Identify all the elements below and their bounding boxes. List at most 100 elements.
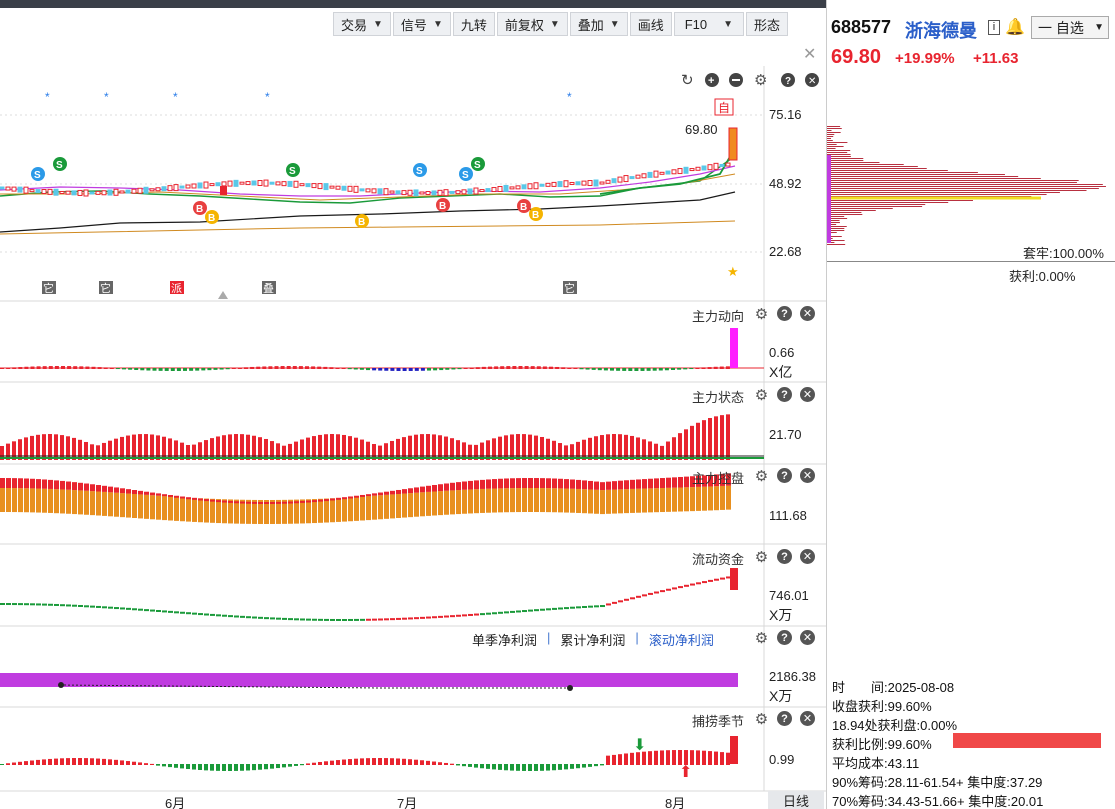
bar-base (402, 494, 407, 518)
bar (634, 368, 638, 371)
bar (201, 368, 205, 370)
overlay-menu-button[interactable]: 叠加 ▼ (570, 12, 628, 36)
candle (702, 166, 706, 170)
info-icon[interactable]: i (988, 20, 1000, 35)
stock-name[interactable]: 浙海德曼 (905, 17, 977, 43)
bar (445, 368, 449, 370)
pattern-button[interactable]: 形态 (746, 12, 788, 36)
stat-close-profit: 收盘获利:99.60% (832, 696, 932, 715)
gear-icon[interactable]: ⚙ (754, 72, 767, 89)
chart-area[interactable]: ↻ + ⚙ ? ✕ * * * * * 自 69.80 ★ SSSSSSBB B… (0, 66, 826, 809)
bar (336, 760, 340, 765)
bar-top (90, 484, 95, 491)
bar (690, 584, 695, 586)
bar (573, 368, 577, 369)
legend-separator: | (547, 630, 550, 649)
bar (226, 368, 230, 369)
gear-icon[interactable]: ⚙ (754, 711, 769, 726)
legend-cumulative-profit[interactable]: 累计净利润 (560, 630, 625, 649)
bar (36, 760, 40, 765)
bar (330, 761, 334, 765)
candle (216, 183, 220, 186)
bar-top (648, 479, 653, 489)
bell-icon[interactable]: 🔔 (1005, 17, 1025, 37)
bar-base (336, 498, 341, 522)
help-icon[interactable]: ? (777, 711, 792, 726)
bar (287, 366, 291, 369)
candle (624, 176, 628, 182)
fishing-season-bars (0, 736, 738, 771)
bar (462, 764, 466, 766)
close-icon[interactable]: ✕ (800, 306, 815, 321)
refresh-icon[interactable]: ↻ (681, 72, 694, 89)
candle (534, 183, 538, 189)
bar-top (522, 478, 527, 488)
period-button[interactable]: 日线 (768, 791, 824, 809)
bar (104, 367, 108, 369)
forward-adjust-menu-button[interactable]: 前复权 ▼ (497, 12, 568, 36)
bar (324, 761, 328, 765)
bar (504, 611, 509, 613)
f10-menu-button[interactable]: F10 ▼ (674, 12, 744, 36)
bar (156, 610, 161, 612)
legend-rolling-profit[interactable]: 滚动净利润 (649, 630, 714, 649)
help-icon[interactable]: ? (777, 630, 792, 645)
bar-base (6, 488, 11, 512)
bar (378, 368, 382, 371)
gear-icon[interactable]: ⚙ (754, 306, 769, 321)
help-icon[interactable]: ? (777, 468, 792, 483)
close-icon[interactable]: ✕ (800, 387, 815, 402)
bar (458, 368, 462, 369)
close-icon[interactable]: ✕ (800, 711, 815, 726)
main-force-status-bars (0, 414, 764, 460)
bar (60, 758, 64, 765)
bar (195, 368, 199, 371)
chip-bar (827, 170, 948, 171)
bar-top (606, 482, 611, 490)
bar (114, 439, 118, 460)
bar-top (402, 489, 407, 493)
close-icon[interactable]: ✕ (800, 630, 815, 645)
gear-icon[interactable]: ⚙ (754, 387, 769, 402)
candle (72, 191, 76, 195)
candle (438, 190, 442, 195)
candle (672, 170, 676, 174)
gear-icon[interactable]: ⚙ (754, 630, 769, 645)
chip-bar (827, 154, 851, 155)
signal-menu-button[interactable]: 信号 ▼ (393, 12, 451, 36)
panel-controls: ⚙ ? ✕ (754, 306, 815, 321)
bar (288, 618, 293, 620)
bar (294, 618, 299, 620)
bar-top (186, 497, 191, 499)
bar-top (336, 498, 341, 500)
bar (531, 366, 535, 369)
draw-line-button[interactable]: 画线 (630, 12, 672, 36)
candle (546, 183, 550, 186)
bar (408, 617, 413, 619)
close-icon[interactable]: ✕ (800, 549, 815, 564)
chip-bar (827, 166, 918, 167)
legend-quarterly-profit[interactable]: 单季净利润 (472, 630, 537, 649)
bar (444, 763, 448, 765)
add-watchlist-button[interactable]: 一 自选 ▼ (1031, 16, 1109, 39)
b-signal-text: B (358, 217, 365, 228)
bar-top (84, 484, 89, 491)
candle (654, 171, 658, 177)
bar (36, 603, 41, 605)
close-icon[interactable]: ✕ (800, 468, 815, 483)
gear-icon[interactable]: ⚙ (754, 468, 769, 483)
bar (12, 367, 16, 369)
bar (42, 759, 46, 765)
help-icon[interactable]: ? (777, 387, 792, 402)
bar-top (414, 487, 419, 492)
help-icon[interactable]: ? (777, 549, 792, 564)
nine-turn-button[interactable]: 九转 (453, 12, 495, 36)
bar-base (516, 488, 521, 512)
help-icon[interactable]: ? (777, 306, 792, 321)
gear-icon[interactable]: ⚙ (754, 549, 769, 564)
bar-top (66, 482, 71, 490)
bar (534, 764, 538, 771)
bar-base (126, 494, 131, 518)
close-icon[interactable]: ✕ (803, 44, 816, 64)
trade-menu-button[interactable]: 交易 ▼ (333, 12, 391, 36)
